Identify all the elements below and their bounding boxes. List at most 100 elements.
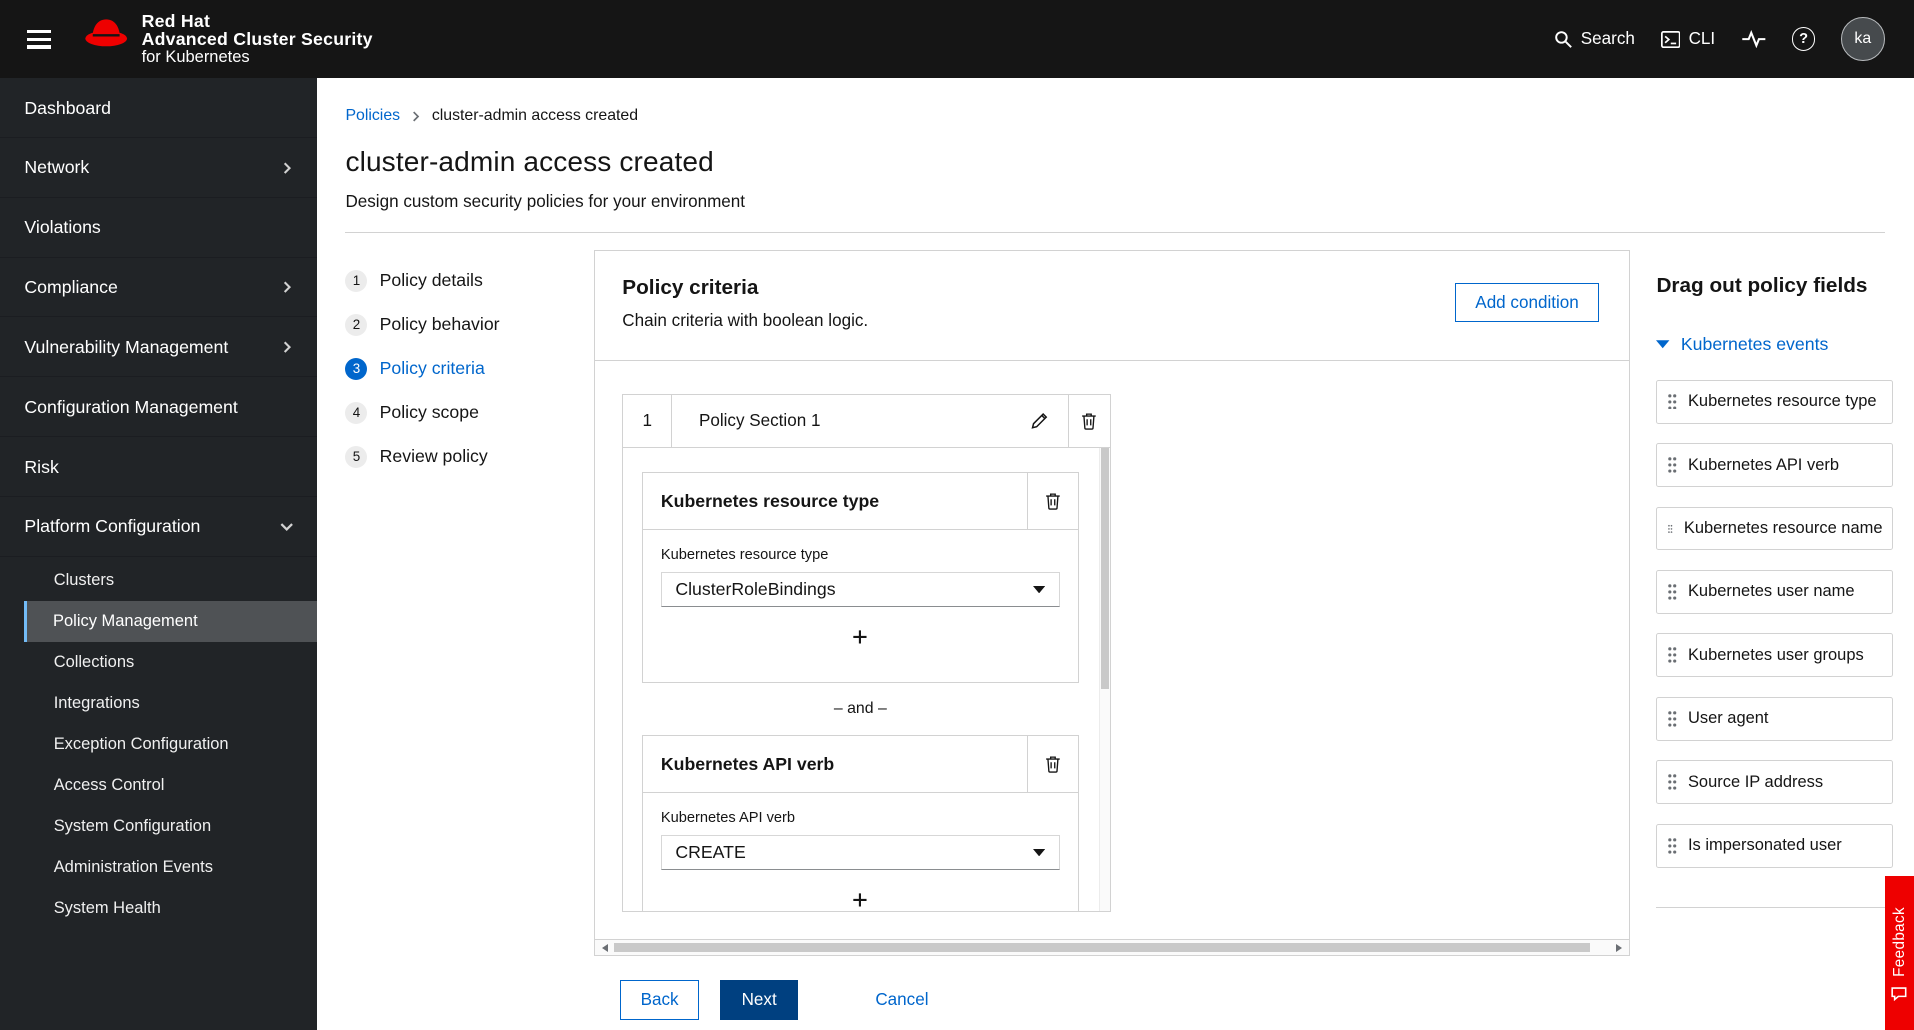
caret-down-icon [1033,848,1046,857]
drag-field-label: Kubernetes resource type [1687,392,1877,411]
trash-icon [1082,413,1097,430]
wizard-step-policy-behavior[interactable]: 2 Policy behavior [345,313,594,336]
scroll-right-arrow[interactable] [1610,943,1628,952]
grip-icon [1668,774,1677,790]
feedback-button[interactable]: Feedback [1884,876,1914,1030]
drag-panel-title: Drag out policy fields [1656,273,1868,297]
sidebar-item-collections[interactable]: Collections [24,642,317,683]
brand-line-redhat: Red Hat [141,10,211,31]
cancel-button[interactable]: Cancel [870,981,933,1018]
grip-icon [1668,838,1677,854]
add-value-button[interactable] [840,886,880,911]
global-nav-toggle-button[interactable] [12,12,66,66]
horizontal-scrollbar[interactable] [595,939,1629,956]
sidebar-item-label: Network [24,157,90,178]
grip-icon [1668,711,1677,727]
search-button[interactable]: Search [1554,29,1635,49]
kubernetes-events-toggle[interactable]: Kubernetes events [1656,334,1828,355]
sidebar-item-system-health[interactable]: System Health [24,888,317,929]
drag-panel-divider [1656,906,1894,908]
delete-section-button[interactable] [1077,407,1103,435]
sidebar-item-system-configuration[interactable]: System Configuration [24,806,317,847]
next-button[interactable]: Next [719,980,799,1020]
drag-field-kubernetes-user-groups[interactable]: Kubernetes user groups [1656,633,1894,678]
sidebar-item-network[interactable]: Network [0,138,318,198]
boolean-joiner-label: – and – [833,699,887,717]
sidebar-item-label: Dashboard [24,97,111,118]
caret-down-icon [1656,340,1670,349]
wizard-steps-nav: 1 Policy details 2 Policy behavior 3 Pol… [345,250,594,1019]
drag-field-label: User agent [1687,709,1769,728]
sidebar-item-administration-events[interactable]: Administration Events [24,847,317,888]
drag-field-label: Source IP address [1687,772,1824,791]
criteria-heading: Policy criteria [622,275,759,299]
sidebar-item-integrations[interactable]: Integrations [24,683,317,724]
delete-criteria-button[interactable] [1040,750,1066,778]
wizard-step-policy-scope[interactable]: 4 Policy scope [345,401,594,424]
activity-button[interactable] [1741,29,1767,49]
drag-field-kubernetes-resource-name[interactable]: Kubernetes resource name [1656,506,1894,551]
sidebar-item-vulnerability-management[interactable]: Vulnerability Management [0,317,318,378]
drag-field-kubernetes-api-verb[interactable]: Kubernetes API verb [1656,443,1894,487]
drag-field-kubernetes-resource-type[interactable]: Kubernetes resource type [1656,379,1894,424]
help-button[interactable]: ? [1792,27,1816,51]
sidebar-item-label: Violations [24,217,101,238]
add-value-button[interactable] [840,623,880,656]
sidebar-item-compliance[interactable]: Compliance [0,258,318,318]
chevron-down-icon [280,523,293,532]
policy-section-header: 1 Policy Section 1 [623,395,1110,448]
add-condition-button[interactable]: Add condition [1454,283,1600,323]
sidebar-item-configuration-management[interactable]: Configuration Management [0,377,318,437]
drag-field-source-ip-address[interactable]: Source IP address [1656,760,1894,805]
wizard-step-policy-criteria[interactable]: 3 Policy criteria [345,357,594,380]
sidebar-item-violations[interactable]: Violations [0,198,318,258]
grip-icon [1668,647,1677,664]
avatar[interactable]: ka [1840,17,1885,62]
criteria-description: Chain criteria with boolean logic. [622,310,869,330]
brand-line-product: Advanced Cluster Security [141,28,373,49]
step-number-badge: 3 [345,357,368,380]
step-number-badge: 2 [345,313,368,336]
horizontal-scrollbar-thumb[interactable] [613,942,1591,953]
sidebar-item-exception-configuration[interactable]: Exception Configuration [24,724,317,765]
sidebar-item-clusters[interactable]: Clusters [24,560,317,601]
field-label: Kubernetes API verb [660,810,796,827]
sidebar-item-dashboard[interactable]: Dashboard [0,78,318,138]
vertical-scrollbar-thumb[interactable] [1100,447,1110,689]
drag-field-label: Kubernetes resource name [1683,518,1883,537]
wizard-step-policy-details[interactable]: 1 Policy details [345,269,594,292]
sidebar-item-label: Vulnerability Management [24,336,229,357]
breadcrumb-current: cluster-admin access created [431,107,639,125]
drag-field-kubernetes-user-name[interactable]: Kubernetes user name [1656,569,1894,614]
drag-field-is-impersonated-user[interactable]: Is impersonated user [1656,823,1894,868]
sidebar-item-platform-configuration[interactable]: Platform Configuration [0,497,318,557]
search-icon [1555,31,1572,48]
trash-icon [1046,756,1060,773]
sidebar-item-label: Platform Configuration [24,516,201,537]
sidebar-item-risk[interactable]: Risk [0,437,318,497]
drag-field-label: Kubernetes API verb [1687,455,1839,474]
header-divider [345,232,1885,234]
vertical-scrollbar[interactable] [1098,447,1110,912]
breadcrumb-policies-link[interactable]: Policies [345,107,400,125]
step-number-badge: 4 [345,401,368,424]
plus-icon [853,630,867,644]
sidebar-item-policy-management[interactable]: Policy Management [24,601,318,643]
kubernetes-resource-type-select[interactable]: ClusterRoleBindings [660,571,1060,608]
scroll-left-arrow[interactable] [595,943,613,952]
right-arrow-icon [1616,943,1623,952]
back-button[interactable]: Back [620,980,700,1020]
feedback-label: Feedback [1890,907,1908,978]
drag-field-user-agent[interactable]: User agent [1656,696,1894,741]
help-icon: ? [1792,27,1816,51]
delete-criteria-button[interactable] [1040,487,1066,515]
cli-button[interactable]: CLI [1660,29,1715,49]
chevron-right-icon [283,281,291,294]
chevron-right-icon [283,341,291,353]
grip-icon [1668,393,1677,410]
edit-section-name-button[interactable] [1025,407,1053,435]
wizard-step-review-policy[interactable]: 5 Review policy [345,445,594,468]
sidebar-item-access-control[interactable]: Access Control [24,765,317,806]
kubernetes-api-verb-select[interactable]: CREATE [660,834,1060,871]
criteria-body: 1 Policy Section 1 Kubernetes resource t… [595,361,1628,939]
